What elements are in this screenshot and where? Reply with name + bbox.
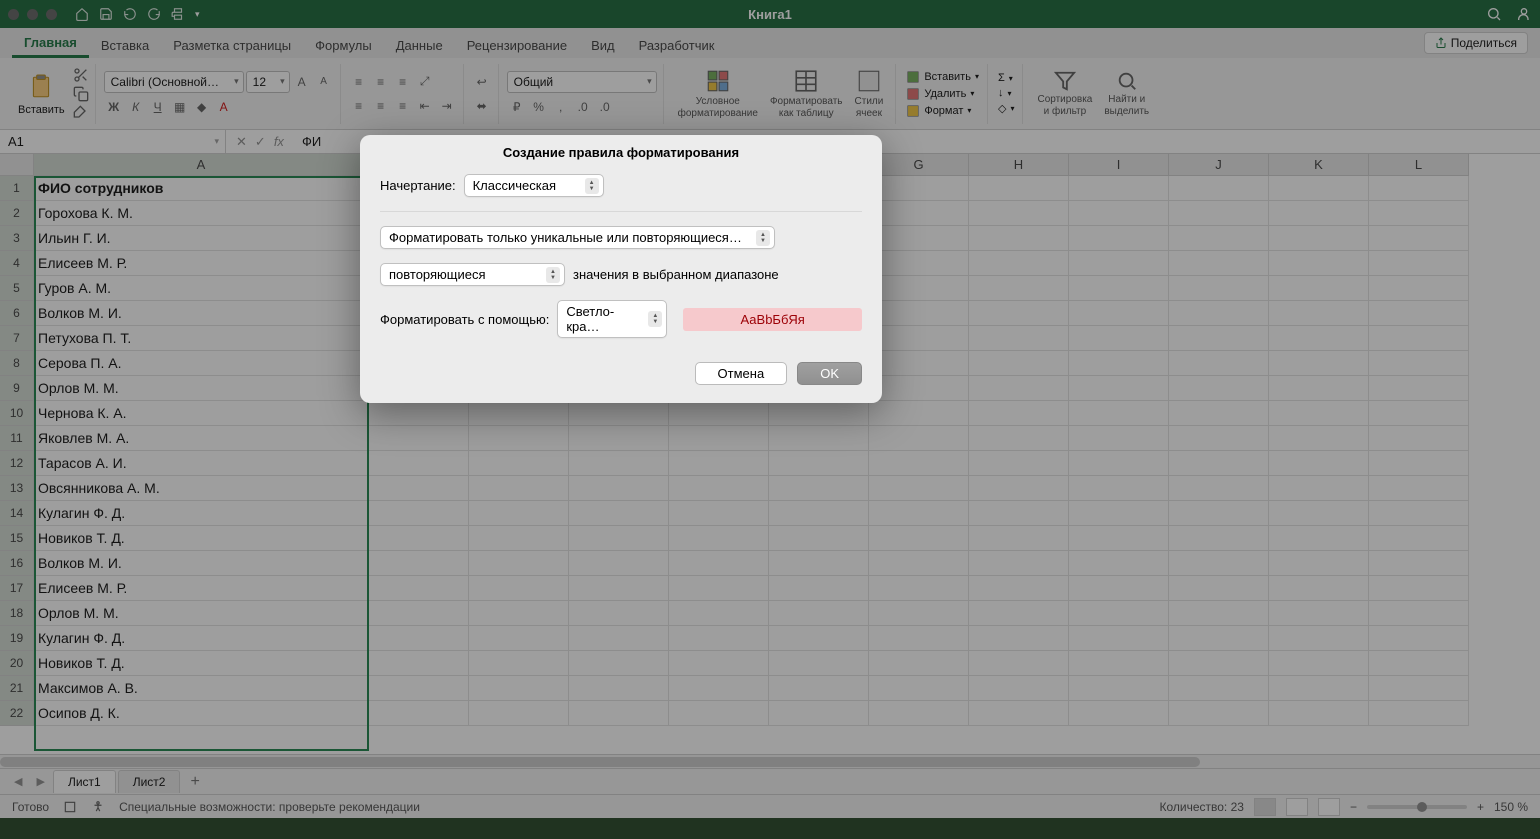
range-text: значения в выбранном диапазоне	[573, 267, 779, 282]
format-with-label: Форматировать с помощью:	[380, 312, 549, 327]
duplicate-combo[interactable]: повторяющиеся ▲▼	[380, 263, 565, 286]
ok-button[interactable]: OK	[797, 362, 862, 385]
format-with-combo[interactable]: Светло-кра… ▲▼	[557, 300, 667, 338]
create-rule-dialog: Создание правила форматирования Начертан…	[360, 135, 882, 403]
dropdown-arrows-icon: ▲▼	[585, 178, 599, 194]
style-combo[interactable]: Классическая ▲▼	[464, 174, 604, 197]
style-label: Начертание:	[380, 178, 456, 193]
dropdown-arrows-icon: ▲▼	[756, 230, 770, 246]
format-preview: АаВbБбЯя	[683, 308, 862, 331]
modal-overlay	[0, 0, 1540, 839]
dropdown-arrows-icon: ▲▼	[546, 267, 560, 283]
cancel-button[interactable]: Отмена	[695, 362, 788, 385]
dialog-title: Создание правила форматирования	[360, 135, 882, 174]
dropdown-arrows-icon: ▲▼	[648, 311, 662, 327]
rule-type-combo[interactable]: Форматировать только уникальные или повт…	[380, 226, 775, 249]
